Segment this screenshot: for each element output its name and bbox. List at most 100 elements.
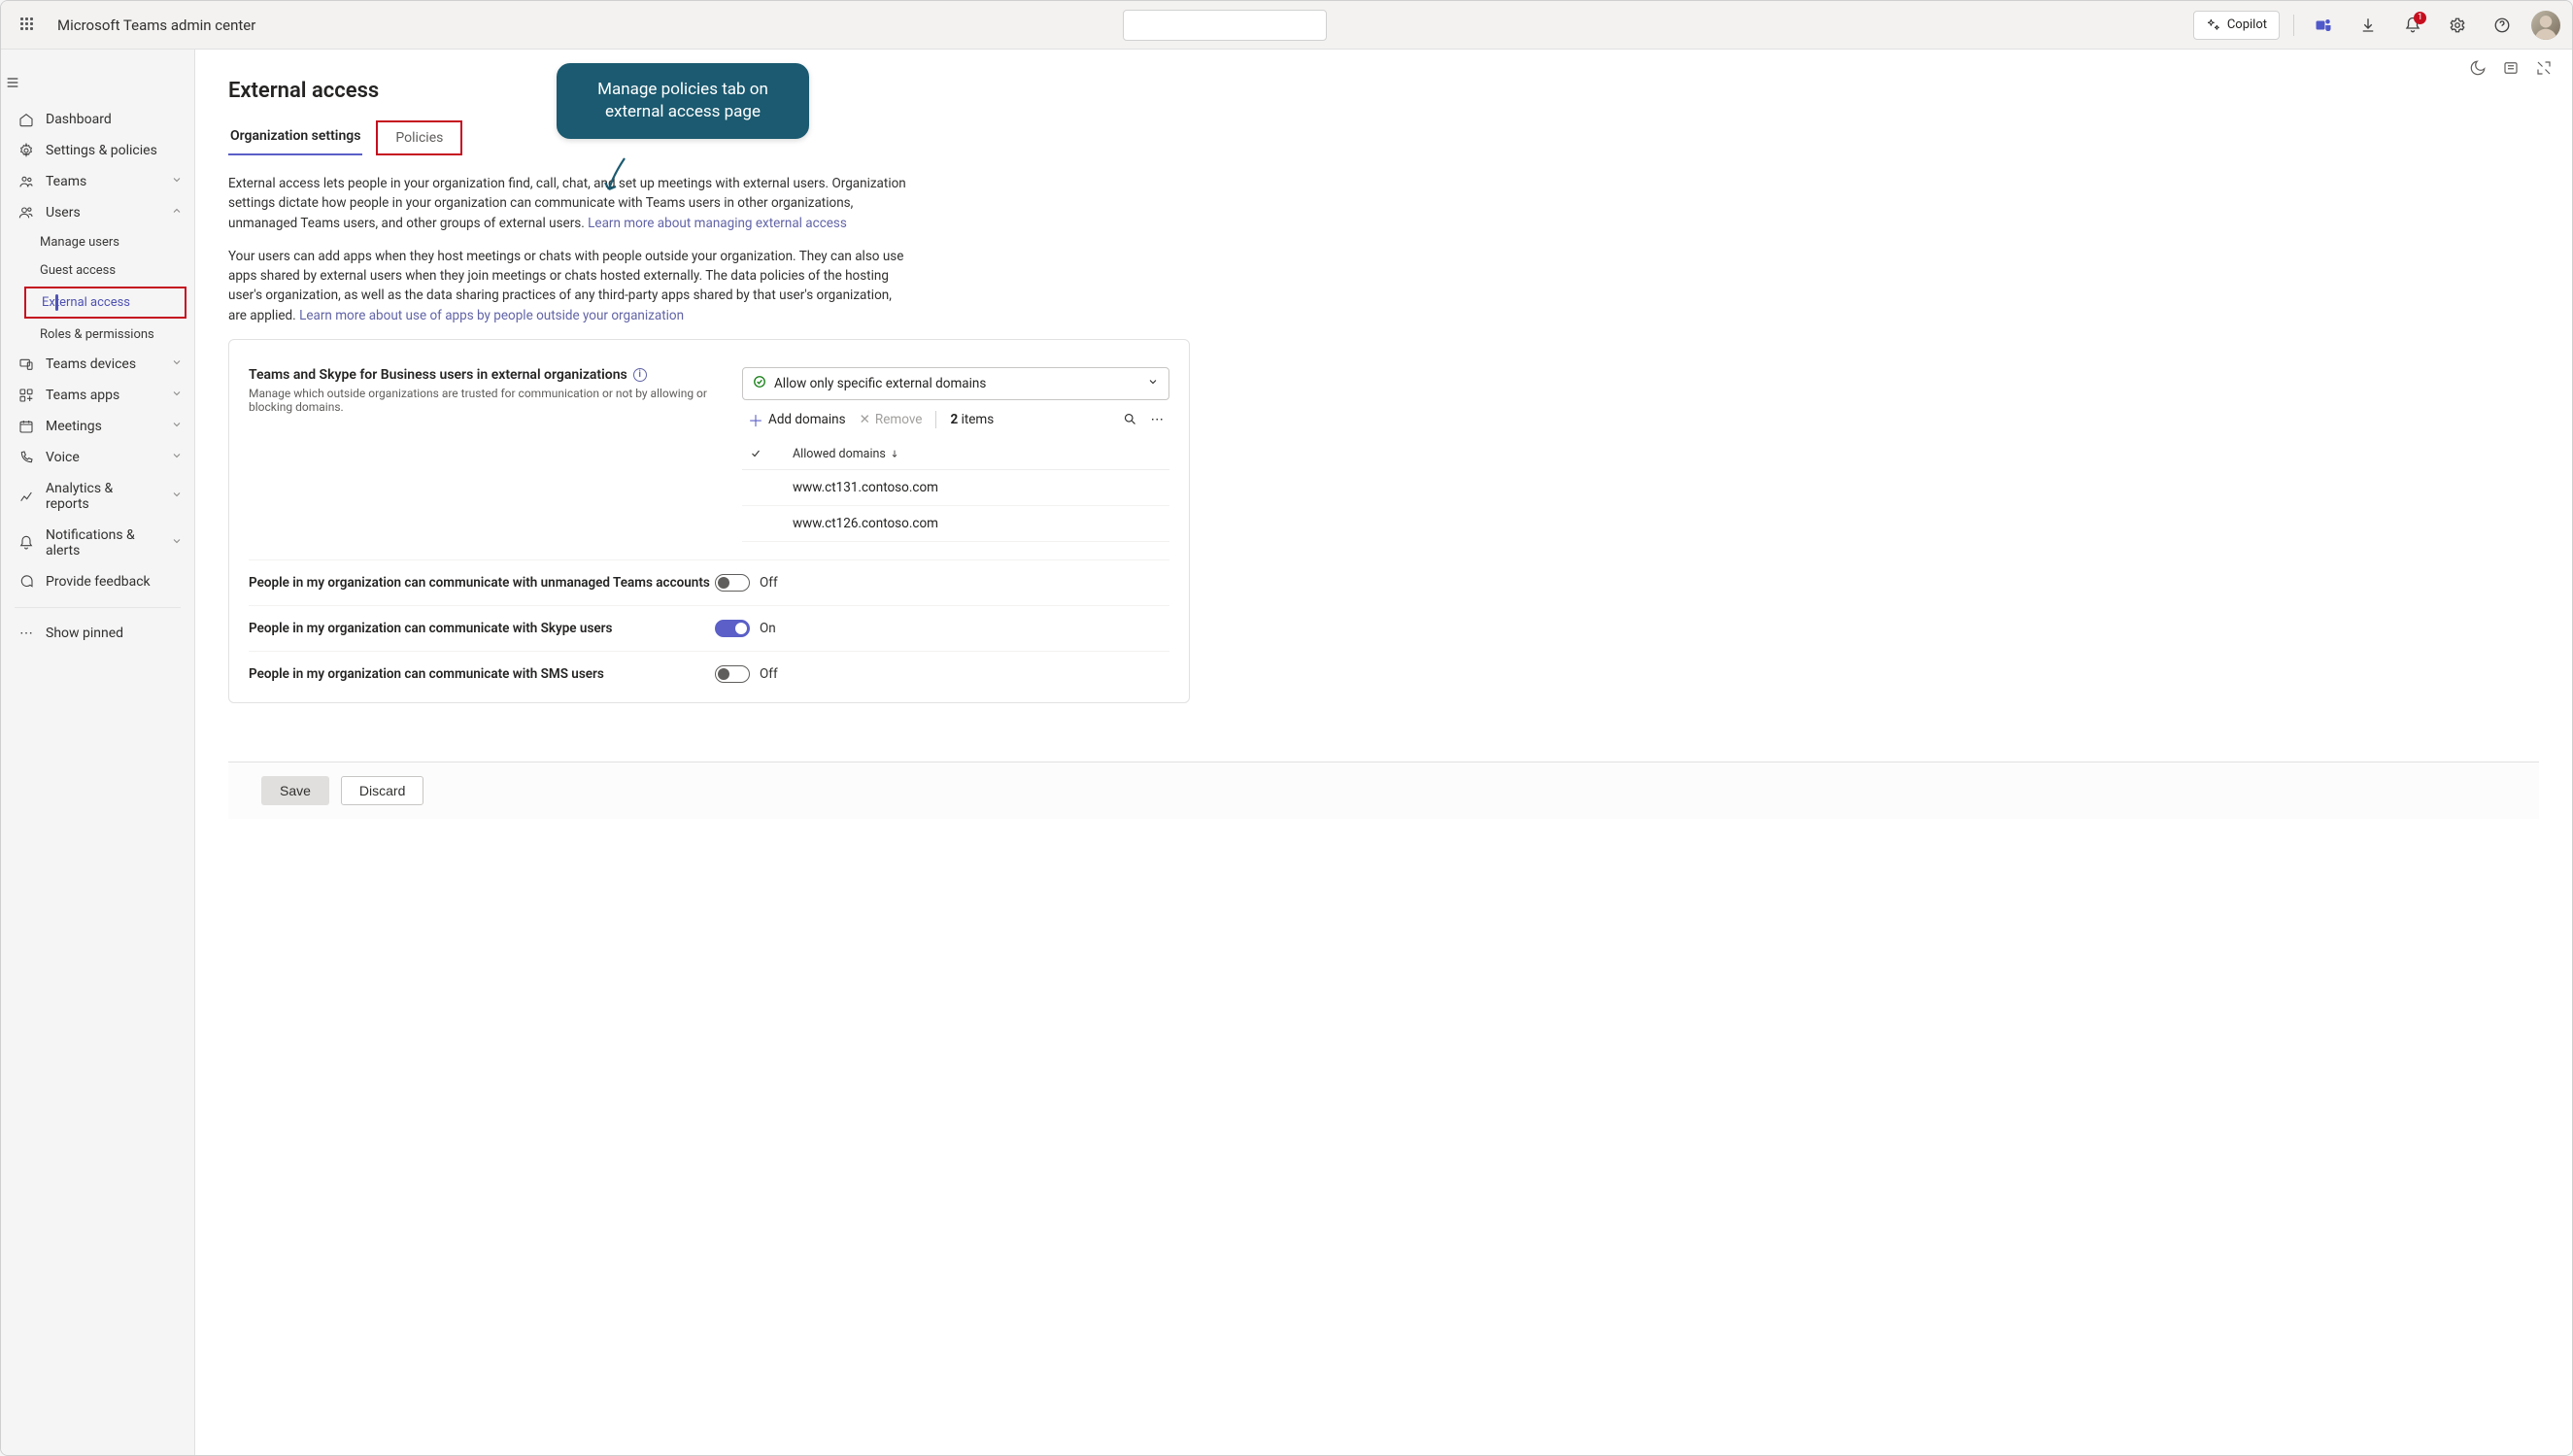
item-count: 2 items	[950, 412, 994, 427]
dark-mode-icon[interactable]	[2469, 59, 2487, 77]
checkmark-icon	[753, 375, 766, 392]
more-options-button[interactable]: ⋯	[1151, 412, 1165, 427]
feedback-icon	[18, 574, 34, 590]
settings-icon[interactable]	[2442, 10, 2473, 41]
chevron-down-icon	[171, 419, 183, 434]
section-subtitle: Manage which outside organizations are t…	[249, 387, 713, 414]
copilot-button[interactable]: Copilot	[2193, 11, 2280, 40]
app-body: Dashboard Settings & policies Teams User…	[1, 50, 2572, 1455]
save-button[interactable]: Save	[261, 776, 329, 805]
sidebar-item-meetings[interactable]: Meetings	[1, 411, 194, 442]
close-icon: ✕	[860, 412, 870, 427]
sidebar-item-analytics[interactable]: Analytics & reports	[1, 473, 194, 520]
toggle-row-skype: People in my organization can communicat…	[249, 605, 1169, 651]
sidebar-item-notifications[interactable]: Notifications & alerts	[1, 520, 194, 566]
chevron-down-icon	[171, 388, 183, 403]
toggle-unmanaged-teams[interactable]	[715, 574, 750, 592]
notification-badge: 1	[2414, 12, 2426, 24]
app-title: Microsoft Teams admin center	[57, 17, 255, 34]
chevron-up-icon	[171, 205, 183, 220]
sidebar-label: Notifications & alerts	[46, 527, 159, 559]
chevron-down-icon	[171, 174, 183, 189]
sidebar-label: Analytics & reports	[46, 481, 159, 512]
domain-row[interactable]: www.ct131.contoso.com	[742, 470, 1169, 506]
sidebar-label: Voice	[46, 450, 80, 465]
annotation-callout: Manage policies tab on external access p…	[557, 63, 809, 139]
chevron-down-icon	[171, 489, 183, 504]
gear-icon	[18, 143, 34, 158]
sidebar-label: Meetings	[46, 419, 102, 434]
sidebar-label: Teams devices	[46, 356, 136, 372]
phone-icon	[18, 450, 34, 465]
toggle-row-unmanaged: People in my organization can communicat…	[249, 559, 1169, 605]
tab-policies[interactable]: Policies	[376, 120, 462, 155]
divider	[935, 411, 936, 428]
section-title-teams-skype: Teams and Skype for Business users in ex…	[249, 367, 713, 383]
column-header-allowed-domains[interactable]: Allowed domains	[793, 447, 1164, 461]
home-icon	[18, 112, 34, 127]
toggle-sms-users[interactable]	[715, 665, 750, 683]
expand-icon[interactable]	[2535, 59, 2553, 77]
hamburger-icon	[5, 75, 20, 90]
download-icon[interactable]	[2353, 10, 2384, 41]
page-description-2: Your users can add apps when they host m…	[228, 247, 908, 325]
device-icon	[18, 356, 34, 372]
learn-more-link-1[interactable]: Learn more about managing external acces…	[588, 216, 847, 231]
calendar-icon	[18, 419, 34, 434]
sidebar-item-teams-apps[interactable]: Teams apps	[1, 380, 194, 411]
divider	[15, 607, 181, 608]
search-icon	[1123, 412, 1137, 426]
sidebar-sub-manage-users[interactable]: Manage users	[1, 228, 194, 256]
sidebar-item-feedback[interactable]: Provide feedback	[1, 566, 194, 597]
settings-card: Teams and Skype for Business users in ex…	[228, 339, 1190, 703]
sidebar-sub-guest-access[interactable]: Guest access	[1, 256, 194, 285]
bell-icon	[18, 535, 34, 551]
sidebar-label: Teams	[46, 174, 86, 189]
divider	[2293, 15, 2294, 36]
sidebar-item-voice[interactable]: Voice	[1, 442, 194, 473]
discard-button[interactable]: Discard	[341, 776, 423, 805]
plus-icon: ＋	[748, 408, 763, 431]
sidebar-item-settings-policies[interactable]: Settings & policies	[1, 135, 194, 166]
sidebar: Dashboard Settings & policies Teams User…	[1, 50, 195, 1455]
sidebar-item-teams-devices[interactable]: Teams devices	[1, 349, 194, 380]
chevron-down-icon	[171, 535, 183, 551]
user-avatar[interactable]	[2531, 11, 2560, 40]
sidebar-item-dashboard[interactable]: Dashboard	[1, 104, 194, 135]
info-icon[interactable]: i	[633, 368, 647, 382]
help-icon[interactable]	[2487, 10, 2518, 41]
search-domains-button[interactable]	[1123, 412, 1137, 426]
add-domains-button[interactable]: ＋ Add domains	[748, 408, 846, 431]
app-window: Microsoft Teams admin center Copilot 1	[0, 0, 2573, 1456]
toggle-skype-users[interactable]	[715, 620, 750, 637]
teams-app-icon[interactable]	[2308, 10, 2339, 41]
learn-more-link-2[interactable]: Learn more about use of apps by people o…	[299, 308, 684, 323]
sidebar-label: Settings & policies	[46, 143, 157, 158]
external-domain-mode-dropdown[interactable]: Allow only specific external domains	[742, 367, 1169, 400]
sidebar-item-teams[interactable]: Teams	[1, 166, 194, 197]
sidebar-label: Users	[46, 205, 81, 220]
more-icon: ⋯	[18, 626, 34, 641]
chevron-down-icon	[1147, 376, 1159, 391]
sidebar-sub-external-access[interactable]: External access	[26, 288, 185, 317]
sidebar-sub-roles-permissions[interactable]: Roles & permissions	[1, 321, 194, 349]
domain-name: www.ct126.contoso.com	[793, 516, 938, 531]
select-all-checkbox[interactable]	[748, 448, 763, 459]
news-icon[interactable]	[2502, 59, 2520, 77]
sidebar-show-pinned[interactable]: ⋯ Show pinned	[1, 618, 194, 649]
global-search-input[interactable]	[1123, 10, 1327, 41]
people-icon	[18, 174, 34, 189]
tab-organization-settings[interactable]: Organization settings	[228, 120, 362, 155]
domain-row[interactable]: www.ct126.contoso.com	[742, 506, 1169, 542]
sidebar-label: Provide feedback	[46, 574, 151, 590]
user-icon	[18, 205, 34, 220]
page-description-1: External access lets people in your orga…	[228, 174, 908, 233]
copilot-icon	[2206, 17, 2221, 33]
waffle-menu[interactable]	[13, 10, 44, 41]
notifications-icon[interactable]: 1	[2397, 10, 2428, 41]
hamburger-toggle[interactable]	[1, 67, 194, 98]
annotation-arrow	[603, 156, 632, 195]
sort-down-icon	[890, 449, 899, 458]
sidebar-item-users[interactable]: Users	[1, 197, 194, 228]
chevron-down-icon	[171, 450, 183, 465]
